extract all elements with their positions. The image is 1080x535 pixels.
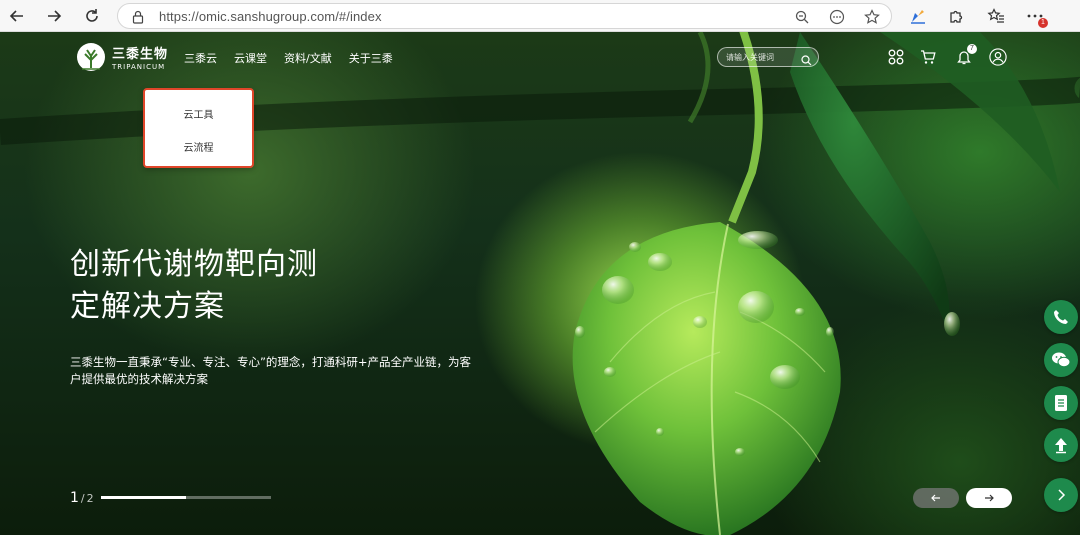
logo-english-name: TRIPANICUM	[112, 63, 166, 71]
hero-title: 创新代谢物靶向测 定解决方案	[70, 244, 318, 328]
notification-count-badge: 7	[967, 44, 977, 54]
notification-badge: 1	[1038, 18, 1048, 28]
document-button[interactable]	[1044, 386, 1078, 420]
hero-banner: 三黍生物 TRIPANICUM 三黍云 云课堂 资料/文献 关于三黍 7 云工具…	[0, 32, 1080, 535]
url-text[interactable]: https://omic.sanshugroup.com/#/index	[159, 9, 382, 24]
wechat-icon	[1052, 352, 1071, 368]
search-icon[interactable]	[801, 51, 812, 70]
site-logo[interactable]: 三黍生物 TRIPANICUM	[76, 42, 168, 72]
address-bar[interactable]: https://omic.sanshugroup.com/#/index	[117, 3, 892, 29]
bell-icon[interactable]: 7	[955, 44, 977, 66]
prev-slide-button[interactable]	[913, 488, 959, 508]
hero-subtitle: 三黍生物一直秉承“专业、专注、专心”的理念，打通科研+产品全产业链，为客户提供最…	[70, 355, 472, 386]
dropdown-item-cloud-workflow[interactable]: 云流程	[145, 139, 252, 154]
zoom-icon[interactable]	[793, 8, 811, 26]
user-account-icon[interactable]	[989, 48, 1007, 66]
hero-title-line-1: 创新代谢物靶向测	[70, 247, 318, 282]
favorite-star-icon[interactable]	[863, 8, 881, 26]
apps-grid-icon[interactable]	[887, 48, 905, 66]
hero-title-line-2: 定解决方案	[70, 289, 225, 324]
nav-item-cloud-classroom[interactable]: 云课堂	[234, 50, 267, 66]
extension-pen-icon[interactable]	[908, 6, 928, 26]
forward-icon[interactable]	[42, 4, 66, 28]
nav-item-about[interactable]: 关于三黍	[349, 50, 393, 66]
next-slide-button[interactable]	[966, 488, 1012, 508]
reader-icon[interactable]	[828, 8, 846, 26]
contact-phone-button[interactable]	[1044, 300, 1078, 334]
extensions-puzzle-icon[interactable]	[946, 6, 966, 26]
dropdown-item-cloud-tools[interactable]: 云工具	[145, 106, 252, 121]
arrow-left-icon	[931, 494, 940, 502]
slide-counter: 1 / 2	[70, 490, 94, 506]
chevron-right-icon	[1058, 489, 1066, 501]
cloud-dropdown-menu: 云工具 云流程	[143, 88, 254, 168]
total-slide-number: 2	[86, 492, 94, 505]
arrow-right-icon	[985, 494, 994, 502]
more-menu-icon[interactable]: 1	[1025, 6, 1048, 28]
upload-button[interactable]	[1044, 428, 1078, 462]
search-input[interactable]	[726, 50, 798, 64]
reload-icon[interactable]	[80, 4, 104, 28]
slide-progress-fill	[101, 496, 186, 499]
nav-item-sanshu-cloud[interactable]: 三黍云	[184, 50, 217, 66]
site-search	[717, 47, 819, 67]
nav-item-resources[interactable]: 资料/文献	[284, 50, 332, 66]
browser-toolbar: https://omic.sanshugroup.com/#/index 1	[0, 0, 1080, 32]
logo-name: 三黍生物	[112, 47, 169, 62]
phone-icon	[1054, 310, 1068, 324]
back-icon[interactable]	[5, 4, 29, 28]
site-info-icon[interactable]	[132, 9, 144, 28]
logo-tree-icon	[77, 43, 105, 71]
cart-icon[interactable]	[919, 48, 937, 66]
upload-icon	[1055, 438, 1067, 454]
slide-separator: /	[80, 492, 85, 505]
current-slide-number: 1	[70, 490, 79, 506]
wechat-button[interactable]	[1044, 343, 1078, 377]
expand-sidebar-button[interactable]	[1044, 478, 1078, 512]
favorites-icon[interactable]	[986, 6, 1006, 26]
slide-progress-bar	[101, 496, 271, 499]
main-nav: 三黍云 云课堂 资料/文献 关于三黍	[184, 50, 410, 66]
document-icon	[1055, 395, 1067, 411]
